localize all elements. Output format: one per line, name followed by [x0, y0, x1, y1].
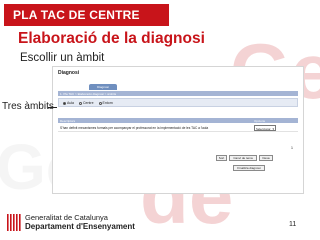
change-topic-button[interactable]: Canvi de tema: [229, 155, 257, 161]
tab-diagnosi-label: Diagnosi: [97, 84, 109, 89]
footer-organization: Generalitat de Catalunya: [25, 213, 108, 222]
finish-diagnosis-button[interactable]: Finalitza diagnosi: [233, 165, 265, 171]
scope-option-entorn[interactable]: Entorn: [98, 101, 113, 105]
scope-option-label: Centre: [83, 101, 94, 105]
footer-department: Departament d'Ensenyament: [25, 222, 135, 231]
tab-diagnosi[interactable]: Diagnosi: [89, 84, 117, 90]
sort-button[interactable]: Sort: [216, 155, 227, 161]
radio-unselected-icon[interactable]: [79, 101, 83, 105]
scope-selector-panel: Aula Centre Entorn: [58, 98, 298, 107]
callout-label: Tres àmbits: [2, 101, 54, 112]
scope-option-label: Aula: [67, 101, 75, 105]
save-button[interactable]: Desa: [259, 155, 273, 161]
section-banner: PLA TAC DE CENTRE: [4, 4, 169, 26]
breadcrumb-bar: 1. Pla TAC > Elaboració diagnosi > àmbit…: [58, 91, 298, 96]
breadcrumb: 1. Pla TAC > Elaboració diagnosi > àmbit…: [60, 91, 117, 96]
column-header-descriptors: Descriptors: [60, 118, 76, 123]
banner-label: PLA TAC DE CENTRE: [13, 8, 140, 22]
chevron-down-icon: ▾: [272, 127, 274, 131]
radio-unselected-icon[interactable]: [98, 101, 102, 105]
page-number: 11: [289, 221, 297, 228]
scope-option-centre[interactable]: Centre: [79, 101, 94, 105]
descriptor-text: S'han definit mecanismes formals per aco…: [60, 126, 209, 130]
scope-radio-group: Aula Centre Entorn: [63, 101, 113, 105]
option-select-value: Seleccionar: [256, 127, 271, 131]
pagination-number: 1: [291, 146, 293, 150]
slide-subtitle: Escollir un àmbit: [20, 52, 105, 64]
radio-selected-icon[interactable]: [63, 101, 66, 105]
scope-option-label: Entorn: [102, 101, 113, 105]
option-select[interactable]: Seleccionar ▾: [254, 125, 276, 131]
table-row: S'han definit mecanismes formals per aco…: [58, 124, 298, 132]
column-header-options: Opcions: [254, 118, 266, 123]
scope-option-aula[interactable]: Aula: [63, 101, 74, 105]
generalitat-logo-icon: [6, 214, 21, 231]
slide-title: Elaboració de la diagnosi: [18, 30, 205, 47]
app-page-title: Diagnosi: [58, 70, 80, 76]
callout-connector: [48, 107, 57, 108]
table-header: Descriptors Opcions: [58, 118, 298, 123]
app-screenshot: Diagnosi Diagnosi 1. Pla TAC > Elaboraci…: [52, 66, 304, 194]
